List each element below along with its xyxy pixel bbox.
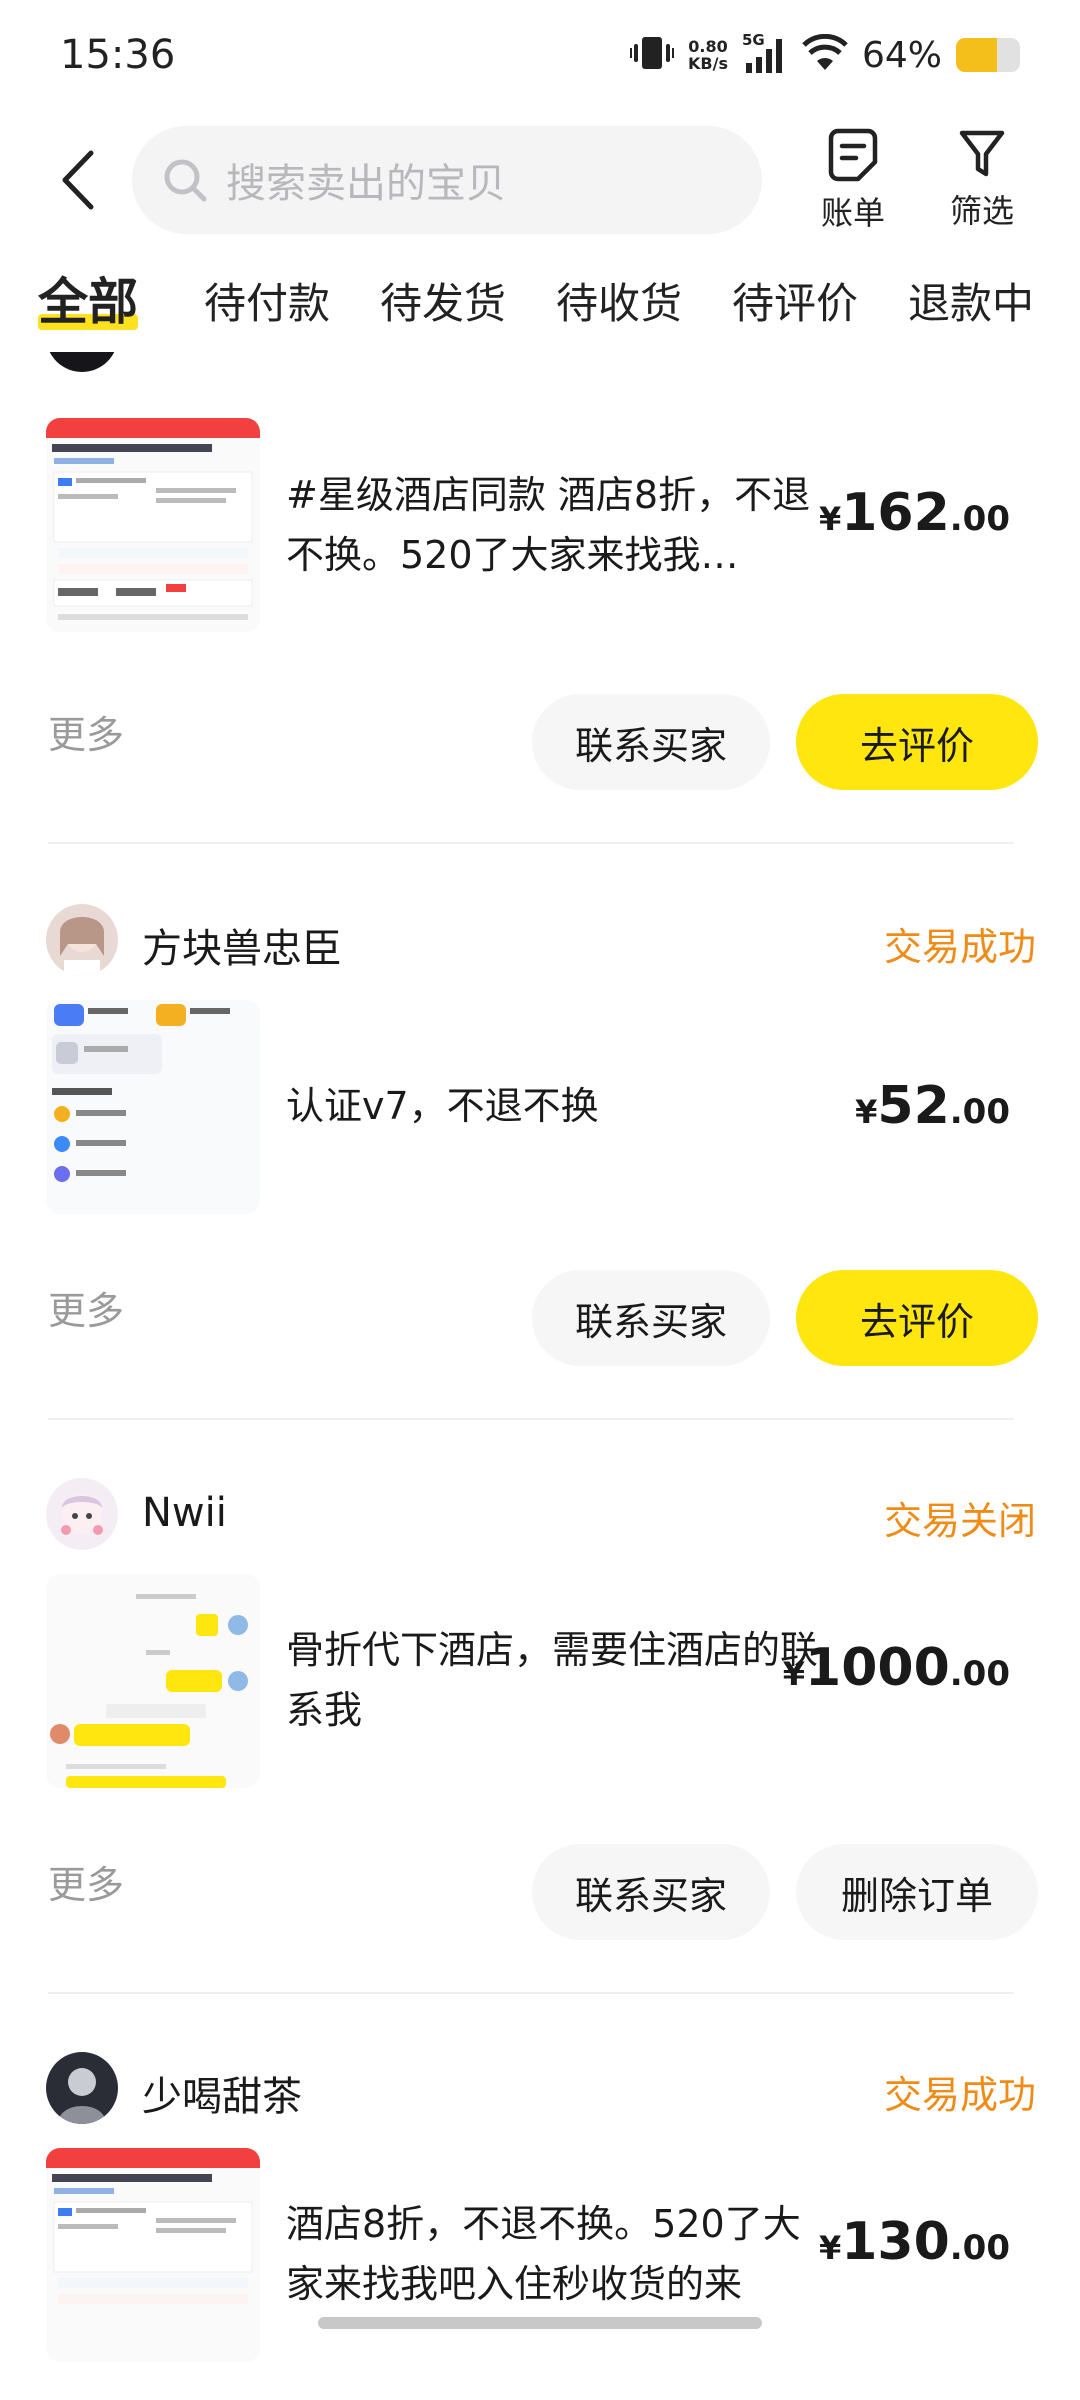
bill-button[interactable]: 账单 xyxy=(803,128,903,238)
order-price: ¥162.00 xyxy=(819,483,1010,543)
order-card[interactable]: 少喝甜茶 交易成功 酒店8折，不退不换。520了大家来找我吧入住秒收货的来 ¥1… xyxy=(0,2052,1080,2400)
status-icons: 0.80 KB/s 5G 64% xyxy=(630,30,1020,80)
tab-refunding[interactable]: 退款中 xyxy=(908,270,1034,331)
price-decimal: .00 xyxy=(949,1092,1010,1132)
status-time: 15:36 xyxy=(60,32,176,78)
battery-level xyxy=(956,38,997,72)
status-bar: 15:36 0.80 KB/s 5G 64% xyxy=(0,0,1080,110)
order-status: 交易关闭 xyxy=(883,1499,1036,1543)
back-arrow-icon xyxy=(62,150,94,210)
contact-buyer-button[interactable]: 联系买家 xyxy=(532,1270,770,1366)
tab-pending-review[interactable]: 待评价 xyxy=(732,270,858,331)
net-speed-value: 0.80 xyxy=(688,37,728,56)
filter-label: 筛选 xyxy=(949,192,1014,230)
order-list: #星级酒店同款 酒店8折，不退不换。520了大家来找我… ¥162.00 更多 … xyxy=(0,352,1080,2400)
review-button[interactable]: 去评价 xyxy=(796,694,1038,790)
tab-pending-receipt[interactable]: 待收货 xyxy=(556,270,682,331)
vibrate-icon xyxy=(630,35,675,75)
product-title[interactable]: 认证v7，不退不换 xyxy=(286,1076,826,1136)
price-decimal: .00 xyxy=(949,499,1010,539)
tab-pending-payment[interactable]: 待付款 xyxy=(204,270,330,331)
battery-percent: 64% xyxy=(861,34,942,76)
price-currency: ¥ xyxy=(782,1655,806,1693)
filter-icon xyxy=(959,130,1005,177)
order-header: Nwii 交易关闭 xyxy=(46,1478,1036,1558)
order-tabs: 全部 待付款 待发货 待收货 待评价 退款中 xyxy=(0,262,1080,352)
order-header: 方块兽忠臣 交易成功 xyxy=(46,904,1036,984)
price-integer: 130 xyxy=(841,2212,950,2272)
avatar[interactable] xyxy=(46,1478,118,1550)
certification-screenshot-image xyxy=(46,1000,260,1214)
net-speed: 0.80 KB/s xyxy=(688,38,728,72)
order-divider xyxy=(48,842,1014,844)
chat-screenshot-image xyxy=(46,1574,260,1788)
battery-icon xyxy=(956,38,1020,72)
avatar[interactable] xyxy=(46,2052,118,2124)
order-status: 交易成功 xyxy=(883,925,1036,969)
tab-pending-shipment[interactable]: 待发货 xyxy=(380,270,506,331)
product-thumbnail[interactable] xyxy=(46,2148,260,2362)
bill-label: 账单 xyxy=(820,194,885,232)
price-decimal: .00 xyxy=(949,1654,1010,1694)
price-currency: ¥ xyxy=(818,2229,842,2267)
price-integer: 1000 xyxy=(805,1638,950,1698)
buyer-name: Nwii xyxy=(142,1490,227,1536)
order-status: 交易成功 xyxy=(883,2073,1036,2117)
price-currency: ¥ xyxy=(855,1093,878,1131)
more-button[interactable]: 更多 xyxy=(48,704,124,759)
price-currency: ¥ xyxy=(818,500,842,538)
filter-button[interactable]: 筛选 xyxy=(932,128,1032,238)
order-card[interactable]: 方块兽忠臣 交易成功 认证v7，不退不换 ¥52.00 更多 联系买家 去评价 xyxy=(0,904,1080,1424)
bill-icon xyxy=(828,128,878,182)
buyer-name: 少喝甜茶 xyxy=(142,2074,302,2120)
home-indicator[interactable] xyxy=(318,2317,762,2329)
order-price: ¥1000.00 xyxy=(783,1638,1010,1698)
wifi-icon xyxy=(802,33,848,76)
top-header: 搜索卖出的宝贝 账单 筛选 xyxy=(0,110,1080,250)
more-button[interactable]: 更多 xyxy=(48,1280,124,1335)
product-title[interactable]: #星级酒店同款 酒店8折，不退不换。520了大家来找我… xyxy=(286,465,826,585)
net-speed-unit: KB/s xyxy=(688,54,728,73)
buyer-name: 方块兽忠臣 xyxy=(142,926,342,972)
more-button[interactable]: 更多 xyxy=(48,1854,124,1909)
order-card[interactable]: #星级酒店同款 酒店8折，不退不换。520了大家来找我… ¥162.00 更多 … xyxy=(0,352,1080,844)
product-thumbnail[interactable] xyxy=(46,418,260,632)
product-title[interactable]: 骨折代下酒店，需要住酒店的联系我 xyxy=(286,1620,826,1740)
search-input[interactable]: 搜索卖出的宝贝 xyxy=(132,126,762,234)
hotel-screenshot-image xyxy=(46,418,260,632)
avatar[interactable] xyxy=(46,904,118,976)
price-decimal: .00 xyxy=(949,2228,1010,2268)
price-integer: 162 xyxy=(841,483,950,543)
order-divider xyxy=(48,1418,1014,1420)
order-price: ¥52.00 xyxy=(855,1076,1010,1136)
order-price: ¥130.00 xyxy=(819,2212,1010,2272)
delete-order-button[interactable]: 删除订单 xyxy=(796,1844,1038,1940)
order-divider xyxy=(48,1992,1014,1994)
hotel-screenshot-image xyxy=(46,2148,260,2362)
product-title[interactable]: 酒店8折，不退不换。520了大家来找我吧入住秒收货的来 xyxy=(286,2194,826,2314)
price-integer: 52 xyxy=(877,1076,950,1136)
contact-buyer-button[interactable]: 联系买家 xyxy=(532,1844,770,1940)
order-card[interactable]: Nwii 交易关闭 骨折代下酒店，需要住酒店的联系我 ¥1000.00 更多 联… xyxy=(0,1478,1080,1998)
back-button[interactable] xyxy=(42,140,112,220)
tab-all[interactable]: 全部 xyxy=(38,262,138,334)
contact-buyer-button[interactable]: 联系买家 xyxy=(532,694,770,790)
product-thumbnail[interactable] xyxy=(46,1000,260,1214)
signal-icon: 5G xyxy=(742,31,788,75)
order-header: 少喝甜茶 交易成功 xyxy=(46,2052,1036,2132)
search-placeholder: 搜索卖出的宝贝 xyxy=(226,161,506,207)
product-thumbnail[interactable] xyxy=(46,1574,260,1788)
search-icon xyxy=(164,159,207,202)
review-button[interactable]: 去评价 xyxy=(796,1270,1038,1366)
avatar xyxy=(46,352,118,372)
